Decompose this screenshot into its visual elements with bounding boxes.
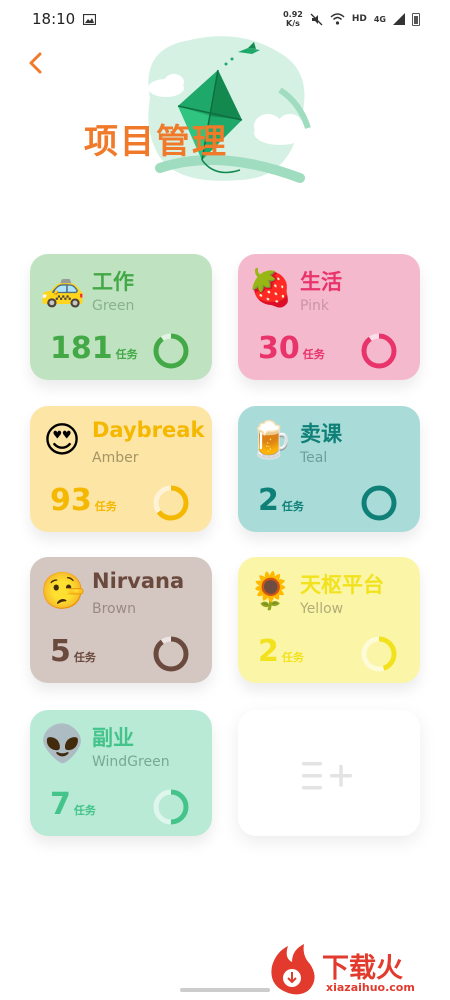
status-time: 18:10 [32, 10, 76, 28]
task-count-value: 5 [50, 634, 71, 669]
task-count: 181 任务 [50, 330, 138, 374]
lying-face-emoji: 🤥 [40, 571, 85, 612]
project-theme: Green [92, 298, 135, 314]
net-speed-value: 0.92 [283, 10, 303, 19]
task-count: 2 任务 [258, 633, 304, 677]
task-unit: 任务 [73, 651, 96, 664]
progress-ring [153, 485, 189, 521]
progress-ring [361, 636, 397, 672]
project-theme: Yellow [300, 601, 344, 617]
task-unit: 任务 [281, 500, 304, 513]
task-count-value: 2 [258, 483, 279, 518]
project-name: 天枢平台 [300, 573, 384, 597]
mute-icon [310, 13, 323, 25]
task-count: 7 任务 [50, 786, 96, 830]
beer-mug-emoji: 🍺 [248, 420, 293, 461]
project-theme: Teal [300, 450, 328, 466]
back-button[interactable] [26, 48, 50, 78]
task-unit: 任务 [302, 348, 325, 361]
project-name: 副业 [92, 726, 134, 750]
hd-label: HD [351, 14, 367, 24]
kite-illustration [148, 36, 311, 183]
task-count-value: 181 [50, 331, 113, 366]
project-card[interactable]: 😍 Daybreak Amber 93 任务 [30, 406, 212, 532]
add-list-icon [302, 762, 352, 790]
project-theme: Brown [92, 601, 136, 617]
task-count: 93 任务 [50, 482, 117, 526]
chevron-left-icon [29, 52, 42, 74]
task-unit: 任务 [115, 348, 138, 361]
wifi-icon [330, 13, 345, 25]
project-name: Nirvana [92, 569, 185, 593]
sunflower-emoji: 🌻 [248, 571, 293, 612]
project-theme: Amber [92, 450, 139, 466]
progress-ring [153, 636, 189, 672]
task-count: 2 任务 [258, 482, 304, 526]
task-count: 5 任务 [50, 633, 96, 677]
task-count: 30 任务 [258, 330, 325, 374]
battery-icon [412, 12, 420, 26]
task-unit: 任务 [73, 804, 96, 817]
watermark-url: xiazaihuo.com [326, 981, 415, 994]
project-card[interactable]: 👽 副业 WindGreen 7 任务 [30, 710, 212, 836]
project-card[interactable]: 🤥 Nirvana Brown 5 任务 [30, 557, 212, 683]
progress-ring [361, 333, 397, 369]
project-card[interactable]: 🍺 卖课 Teal 2 任务 [238, 406, 420, 532]
task-count-value: 93 [50, 483, 92, 518]
task-unit: 任务 [94, 500, 117, 513]
project-name: 卖课 [300, 422, 342, 446]
home-indicator[interactable] [180, 988, 270, 992]
gallery-icon [83, 13, 97, 25]
network-type: 4G [373, 14, 386, 24]
taxi-emoji: 🚕 [40, 268, 85, 309]
project-card[interactable]: 🍓 生活 Pink 30 任务 [238, 254, 420, 380]
project-theme: Pink [300, 298, 330, 314]
task-count-value: 7 [50, 787, 71, 822]
signal-icon [393, 13, 405, 25]
project-name: Daybreak [92, 418, 205, 442]
watermark-brand: 下载火 [322, 953, 403, 984]
project-name: 工作 [92, 270, 134, 294]
network-speed: 0.92 K/s [283, 10, 303, 28]
task-unit: 任务 [281, 651, 304, 664]
project-card[interactable]: 🌻 天枢平台 Yellow 2 任务 [238, 557, 420, 683]
progress-ring [153, 789, 189, 825]
alien-emoji: 👽 [40, 724, 85, 765]
task-count-value: 2 [258, 634, 279, 669]
task-count-value: 30 [258, 331, 300, 366]
net-speed-unit: K/s [286, 19, 300, 28]
project-theme: WindGreen [92, 754, 170, 770]
progress-ring [361, 485, 397, 521]
project-card[interactable]: 🚕 工作 Green 181 任务 [30, 254, 212, 380]
heart-eyes-emoji: 😍 [43, 420, 81, 461]
strawberry-emoji: 🍓 [248, 268, 293, 309]
progress-ring [153, 333, 189, 369]
project-name: 生活 [300, 270, 342, 294]
page-title: 项目管理 [84, 122, 228, 162]
add-project-button[interactable] [238, 710, 420, 836]
